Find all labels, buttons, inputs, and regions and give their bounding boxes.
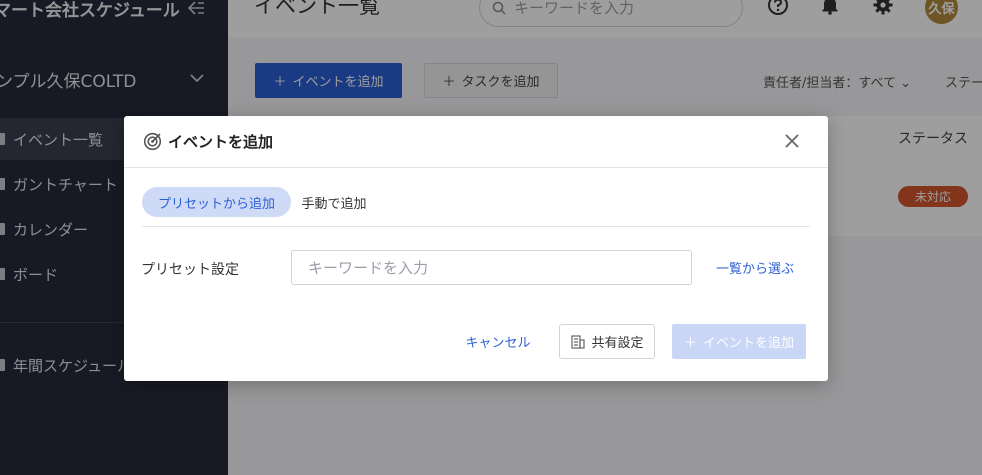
dialog-header: イベントを追加 [124,116,828,168]
share-settings-button[interactable]: 共有設定 [559,324,655,359]
submit-add-event-button[interactable]: ＋ イベントを追加 [672,324,806,359]
tab-divider [142,226,810,227]
cancel-button[interactable]: キャンセル [454,324,542,358]
pick-from-list-link[interactable]: 一覧から選ぶ [716,258,794,277]
building-icon [571,335,586,349]
tab-preset[interactable]: プリセットから追加 [142,187,291,217]
plus-icon: ＋ [683,336,697,351]
share-settings-label: 共有設定 [591,336,644,351]
tab-manual[interactable]: 手動で追加 [294,187,374,217]
add-event-dialog: イベントを追加 プリセットから追加 手動で追加 プリセット設定 キーワードを入力… [124,116,828,381]
dialog-title: イベントを追加 [168,133,274,151]
submit-label: イベントを追加 [703,336,795,351]
preset-search-input[interactable]: キーワードを入力 [291,250,692,285]
close-icon[interactable] [784,133,800,149]
preset-field-label: プリセット設定 [141,262,239,278]
target-icon [143,132,162,151]
